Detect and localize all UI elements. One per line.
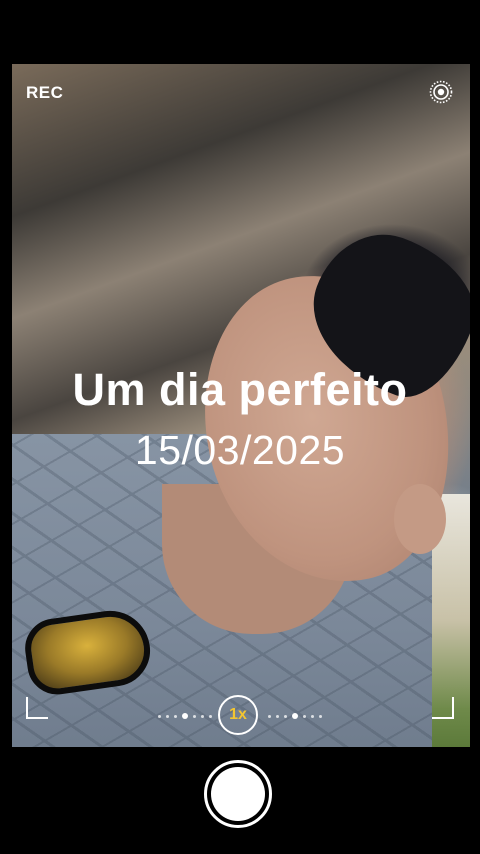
shutter-button[interactable] [204, 760, 272, 828]
frame-corner-left [26, 697, 48, 719]
live-photo-icon[interactable] [429, 80, 453, 104]
overlay-date: 15/03/2025 [134, 427, 346, 473]
overlay-title: Um dia perfeito [72, 364, 408, 415]
zoom-button[interactable]: 1x [218, 695, 258, 735]
subject-ear [394, 484, 446, 554]
zoom-dial-left[interactable] [158, 713, 212, 719]
rec-indicator: REC [26, 83, 64, 102]
shutter-button-inner [211, 767, 265, 821]
frame-corner-right [432, 697, 454, 719]
zoom-dial-right[interactable] [268, 713, 322, 719]
